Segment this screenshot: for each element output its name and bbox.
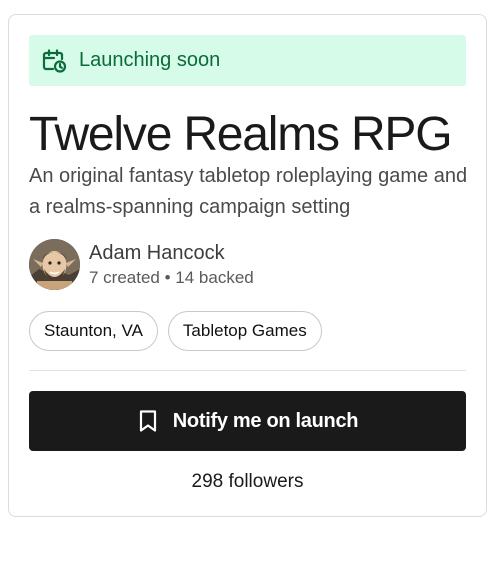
notify-button-label: Notify me on launch [172,409,359,432]
creator-info: Adam Hancock 7 created • 14 backed [89,240,254,290]
bookmark-icon [137,409,159,433]
tag-location[interactable]: Staunton, VA [29,311,158,351]
followers-count: 298 followers [191,471,304,492]
project-title[interactable]: Twelve Realms RPG [29,107,453,163]
creator-name[interactable]: Adam Hancock [89,240,254,266]
notify-me-button[interactable]: Notify me on launch [29,391,466,451]
calendar-clock-icon [41,48,67,74]
project-subtitle: An original fantasy tabletop roleplaying… [29,165,468,218]
tag-category[interactable]: Tabletop Games [167,311,322,351]
tag-list: Staunton, VA Tabletop Games [29,311,322,351]
avatar[interactable] [29,239,80,290]
creator-stats: 7 created • 14 backed [89,267,254,287]
banner-label: Launching soon [79,49,221,71]
launch-status-banner: Launching soon [29,35,466,86]
project-card: Launching soon Twelve Realms RPG An orig… [8,14,487,517]
creator-row: Adam Hancock 7 created • 14 backed [29,239,254,290]
divider [29,370,466,371]
